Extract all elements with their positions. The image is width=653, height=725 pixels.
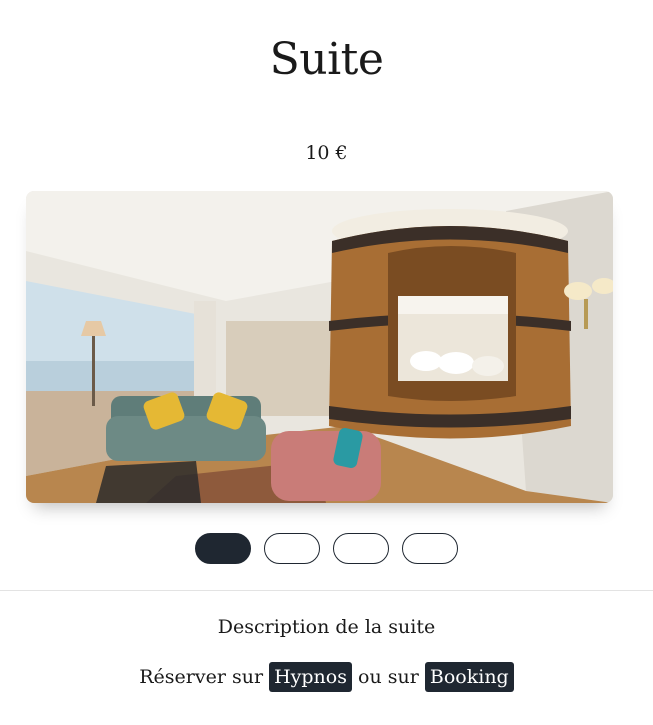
hypnos-link[interactable]: Hypnos xyxy=(269,662,352,692)
booking-link[interactable]: Booking xyxy=(424,662,514,692)
booking-links: Réserver sur Hypnos ou sur Booking xyxy=(0,662,653,692)
page-title: Suite xyxy=(269,34,384,85)
booking-separator: ou sur xyxy=(358,666,419,688)
carousel-indicators xyxy=(0,533,653,564)
carousel-dot-2[interactable] xyxy=(264,533,320,564)
room-price: 10 € xyxy=(305,142,348,164)
room-photo-carousel[interactable] xyxy=(26,191,613,503)
room-photo xyxy=(26,191,613,503)
room-description: Description de la suite xyxy=(217,616,436,638)
booking-prefix: Réserver sur xyxy=(139,666,264,688)
room-page: Suite 10 € Description de la suite Réser… xyxy=(0,0,653,725)
carousel-dot-4[interactable] xyxy=(402,533,458,564)
carousel-dot-3[interactable] xyxy=(333,533,389,564)
carousel-dot-1[interactable] xyxy=(195,533,251,564)
section-divider xyxy=(0,590,653,591)
